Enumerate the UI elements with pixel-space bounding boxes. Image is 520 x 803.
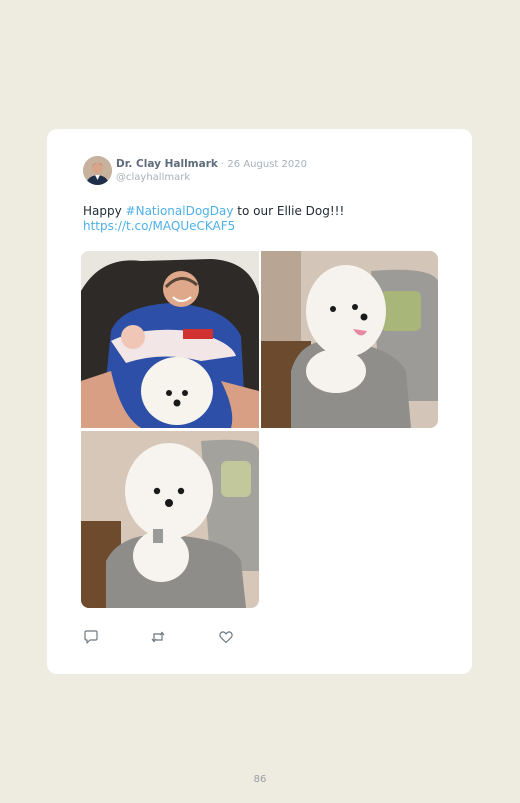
retweet-icon[interactable]	[150, 629, 166, 645]
date-separator: ·	[217, 159, 228, 170]
photo-grid	[81, 251, 438, 608]
author-name[interactable]: Dr. Clay Hallmark	[116, 158, 218, 170]
photo-man-holding-baby-and-dog[interactable]	[81, 251, 259, 428]
like-icon[interactable]	[218, 629, 234, 645]
avatar[interactable]	[83, 156, 112, 185]
photo-dog-on-sofa-front[interactable]	[81, 431, 259, 608]
photo-dog-on-sofa-side[interactable]	[261, 251, 438, 428]
tweet-date[interactable]: 26 August 2020	[227, 159, 307, 170]
tweet-url-link[interactable]: https://t.co/MAQUeCKAF5	[83, 219, 235, 233]
author-line: Dr. Clay Hallmark · 26 August 2020	[116, 158, 307, 171]
hashtag-link[interactable]: #NationalDogDay	[126, 204, 234, 218]
page-number: 86	[253, 774, 267, 785]
author-handle[interactable]: @clayhallmark	[116, 171, 190, 184]
reply-icon[interactable]	[83, 629, 99, 645]
tweet-card: Dr. Clay Hallmark · 26 August 2020 @clay…	[47, 129, 472, 674]
tweet-text: Happy #NationalDogDay to our Ellie Dog!!…	[83, 204, 443, 234]
text-after: to our Ellie Dog!!!	[233, 204, 345, 218]
text-before: Happy	[83, 204, 126, 218]
tweet-actions	[83, 629, 283, 645]
